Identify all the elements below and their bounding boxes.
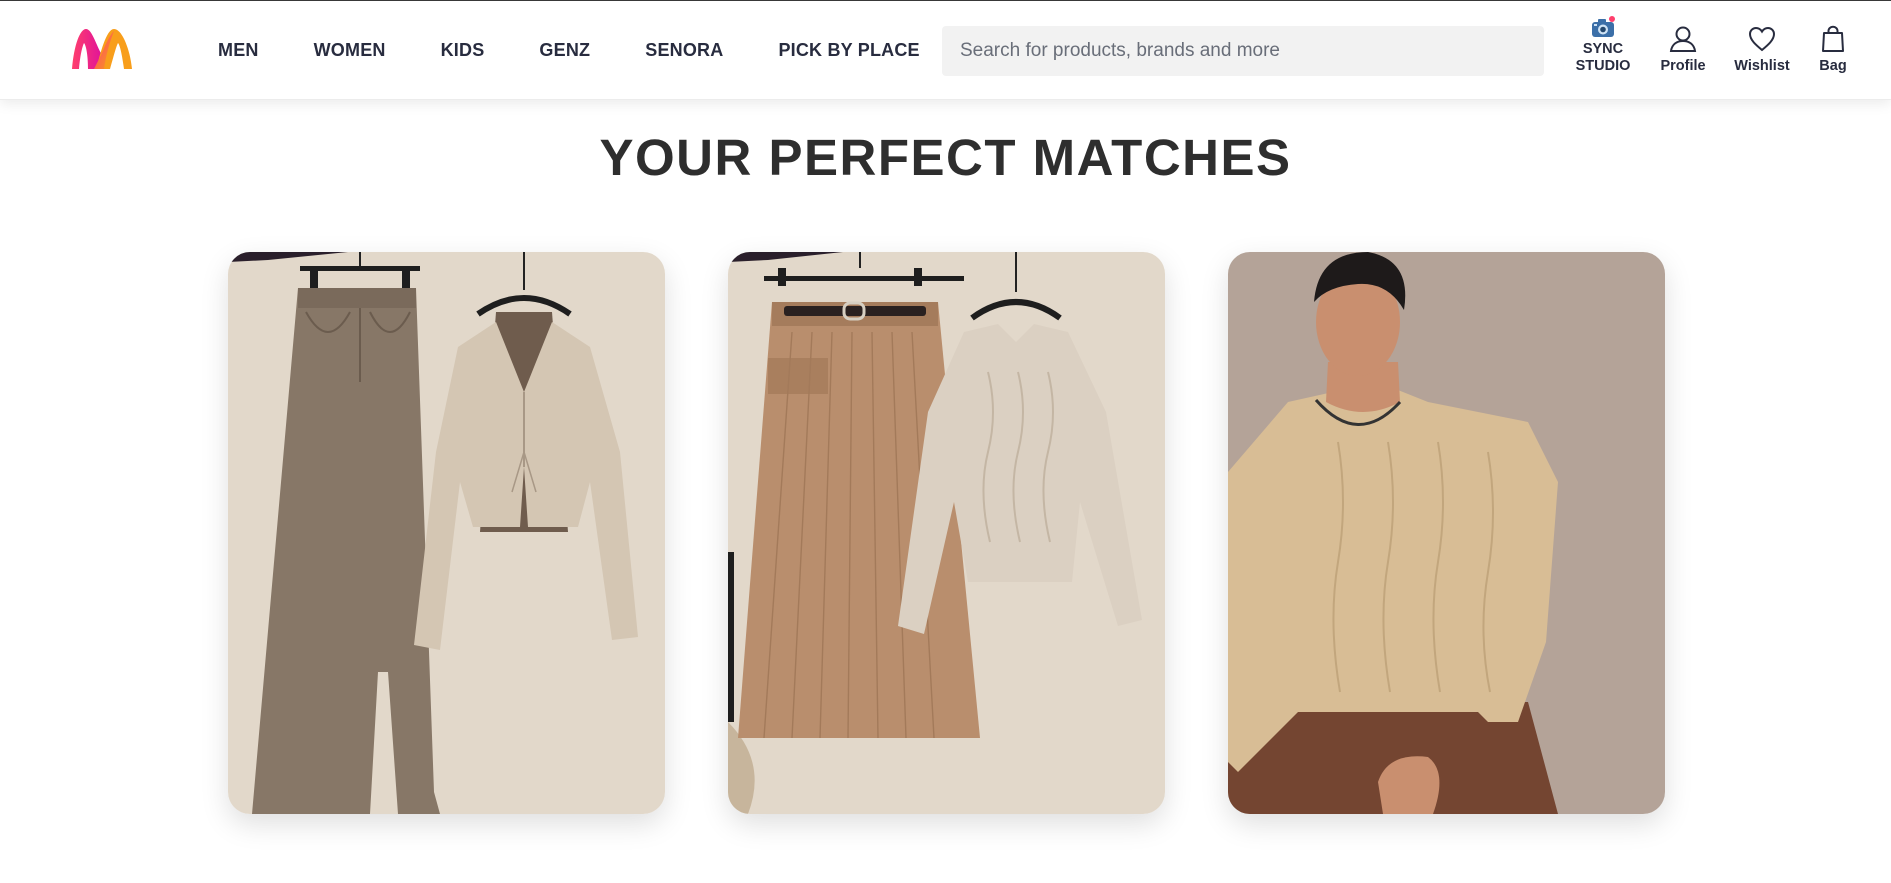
wishlist-button[interactable]: Wishlist — [1731, 25, 1793, 75]
bag-button[interactable]: Bag — [1813, 25, 1853, 75]
bag-label: Bag — [1819, 58, 1847, 74]
nav-pick-by-place[interactable]: PICK BY PLACE — [778, 40, 919, 61]
user-icon — [1669, 26, 1697, 52]
top-navbar: MEN WOMEN KIDS GENZ SENORA PICK BY PLACE… — [0, 1, 1891, 100]
product-image-skirt-cardigan — [228, 252, 665, 814]
camera-icon — [1592, 16, 1615, 37]
profile-label: Profile — [1660, 58, 1706, 74]
product-image-skirt-sweater — [728, 252, 1165, 814]
profile-button[interactable]: Profile — [1653, 25, 1713, 75]
brand-logo[interactable] — [70, 25, 134, 71]
nav-kids[interactable]: KIDS — [441, 40, 485, 61]
sync-label-line2: STUDIO — [1575, 58, 1631, 74]
product-card-3[interactable] — [1228, 252, 1665, 814]
search-bar[interactable] — [942, 26, 1544, 76]
heart-icon — [1748, 26, 1776, 52]
nav-genz[interactable]: GENZ — [539, 40, 590, 61]
section-title: YOUR PERFECT MATCHES — [599, 129, 1292, 186]
wishlist-label: Wishlist — [1734, 58, 1790, 74]
myntra-logo-icon — [72, 29, 132, 69]
product-card-2[interactable] — [728, 252, 1165, 814]
nav-women[interactable]: WOMEN — [314, 40, 386, 61]
sync-studio-button[interactable]: SYNC STUDIO — [1573, 15, 1633, 75]
nav-men[interactable]: MEN — [218, 40, 259, 61]
product-image-men-sweater — [1228, 252, 1665, 814]
sync-label-line1: SYNC — [1582, 41, 1624, 57]
bag-icon — [1822, 25, 1844, 52]
nav-senora[interactable]: SENORA — [645, 40, 723, 61]
product-card-1[interactable] — [228, 252, 665, 814]
main-nav: MEN WOMEN KIDS GENZ SENORA PICK BY PLACE — [218, 1, 975, 100]
search-input[interactable] — [960, 40, 1520, 62]
